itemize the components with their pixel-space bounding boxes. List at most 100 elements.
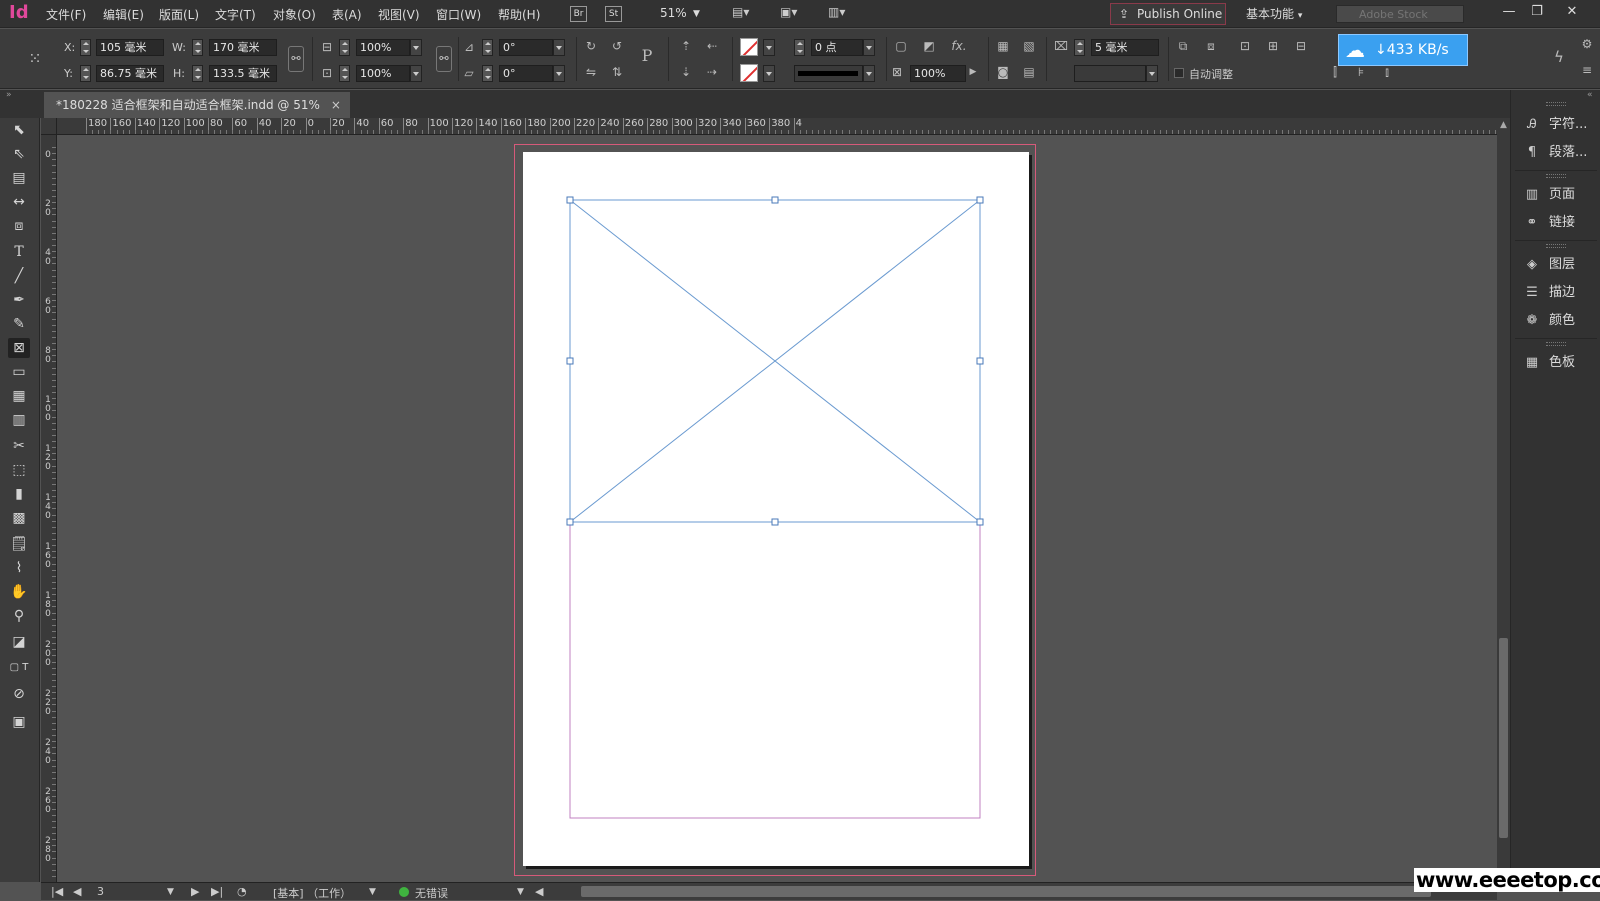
- panel-group-grip[interactable]: [1546, 244, 1566, 248]
- menu-view[interactable]: 视图(V): [378, 6, 420, 23]
- panel-menu-icon[interactable]: ≡: [1578, 61, 1596, 79]
- fill-dropdown[interactable]: [763, 39, 775, 56]
- free-transform-tool-icon[interactable]: ⬚: [8, 460, 30, 480]
- h-field[interactable]: 133.5 毫米: [209, 65, 277, 82]
- w-field[interactable]: 170 毫米: [209, 39, 277, 56]
- rotate-cw-icon[interactable]: ↻: [582, 37, 600, 55]
- gradient-swatch-tool-icon[interactable]: ▮: [8, 484, 30, 504]
- open-document-icon[interactable]: ◔: [237, 885, 247, 898]
- stroke-weight-field[interactable]: 0 点: [811, 39, 863, 56]
- minimize-button[interactable]: —: [1499, 4, 1519, 22]
- vertical-ruler[interactable]: 0 2 0 4 0 6 0 8 0 1 0 0 1 2 0 1 4 0 1 6 0 1 8 0 2 …: [41, 135, 57, 882]
- scale-y-dropdown[interactable]: [410, 65, 422, 82]
- pencil-tool-icon[interactable]: ✎: [8, 314, 30, 334]
- text-wrap-icon[interactable]: ▦: [994, 37, 1012, 55]
- vertical-grid-tool-icon[interactable]: ▥: [8, 410, 30, 430]
- close-window-button[interactable]: ✕: [1562, 4, 1582, 22]
- flip-horizontal-icon[interactable]: ⇋: [582, 63, 600, 81]
- select-previous-icon[interactable]: ⇠: [703, 37, 721, 55]
- note-tool-icon[interactable]: 🗒: [8, 534, 30, 554]
- x-field[interactable]: 105 毫米: [96, 39, 164, 56]
- select-container-icon[interactable]: ⇡: [677, 37, 695, 55]
- apply-none-icon[interactable]: ⊘: [8, 684, 30, 704]
- wrap-object-shape-icon[interactable]: ◙: [994, 63, 1012, 81]
- panel-layers[interactable]: ◈ 图层: [1515, 252, 1597, 278]
- opacity-arrow-icon[interactable]: ▶: [964, 63, 982, 81]
- fit-content-proportionally-icon[interactable]: ⊟: [1292, 37, 1310, 55]
- text-wrap-around-icon[interactable]: ▧: [1020, 37, 1038, 55]
- w-stepper[interactable]: [192, 39, 203, 56]
- scale-x-dropdown[interactable]: [410, 39, 422, 56]
- expand-panels-icon[interactable]: «: [1587, 90, 1593, 100]
- scroll-up-icon[interactable]: ▲: [1500, 120, 1507, 130]
- gradient-feather-tool-icon[interactable]: ▩: [8, 508, 30, 528]
- arrange-documents-icon[interactable]: ▥▾: [828, 5, 856, 23]
- constrain-scale-icon[interactable]: ⚯: [436, 46, 452, 72]
- effects-fx-icon[interactable]: fx.: [950, 37, 968, 55]
- y-field[interactable]: 86.75 毫米: [96, 65, 164, 82]
- next-page-icon[interactable]: ▶: [191, 885, 199, 898]
- h-stepper[interactable]: [192, 65, 203, 82]
- line-tool-icon[interactable]: ╱: [8, 266, 30, 286]
- last-page-icon[interactable]: ▶|: [211, 885, 223, 898]
- stroke-dropdown[interactable]: [763, 65, 775, 82]
- vertical-scrollbar[interactable]: ▲: [1497, 118, 1510, 882]
- shear-stepper[interactable]: [482, 65, 493, 82]
- rotate-ccw-icon[interactable]: ↺: [608, 37, 626, 55]
- fit-content-to-frame-icon[interactable]: ⧉: [1174, 37, 1192, 55]
- page-dropdown-icon[interactable]: ▼: [167, 887, 174, 897]
- direct-selection-tool-icon[interactable]: ⇖: [8, 144, 30, 164]
- menu-layout[interactable]: 版面(L): [159, 6, 199, 23]
- type-tool-icon[interactable]: T: [8, 242, 30, 262]
- opacity-field[interactable]: 100%: [910, 65, 966, 82]
- preflight-status[interactable]: 无错误: [415, 885, 448, 901]
- gap-tool-icon[interactable]: ↔: [8, 192, 30, 212]
- screen-mode-normal-icon[interactable]: ▣: [8, 712, 30, 732]
- fill-frame-proportionally-icon[interactable]: ⊞: [1264, 37, 1282, 55]
- view-options-icon[interactable]: ▤▾: [732, 5, 760, 23]
- center-content-icon[interactable]: ⊡: [1236, 37, 1254, 55]
- rotate-field[interactable]: 0°: [499, 39, 553, 56]
- panel-stroke[interactable]: ☰ 描边: [1515, 280, 1597, 306]
- ruler-origin[interactable]: [41, 118, 57, 135]
- y-stepper[interactable]: [80, 65, 91, 82]
- document-tab[interactable]: *180228 适合框架和自动适合框架.indd @ 51% ×: [44, 92, 350, 118]
- flip-vertical-icon[interactable]: ⇅: [608, 63, 626, 81]
- select-content-icon[interactable]: ⇣: [677, 63, 695, 81]
- panel-pages[interactable]: ▥ 页面: [1515, 182, 1597, 208]
- rotate-stepper[interactable]: [482, 39, 493, 56]
- stroke-weight-stepper[interactable]: [794, 39, 805, 56]
- scroll-left-icon[interactable]: ◀: [535, 885, 543, 898]
- first-page-icon[interactable]: |◀: [51, 885, 63, 898]
- fill-stroke-swatch-icon[interactable]: ◪: [8, 632, 30, 652]
- collapse-toolbox-icon[interactable]: »: [6, 90, 12, 100]
- menu-type[interactable]: 文字(T): [215, 6, 256, 23]
- panel-character[interactable]: Ꭿ 字符...: [1515, 112, 1597, 138]
- adobe-stock-search-input[interactable]: [1336, 5, 1464, 23]
- pen-tool-icon[interactable]: ✒: [8, 290, 30, 310]
- select-next-icon[interactable]: ⇢: [703, 63, 721, 81]
- formatting-affects-container-icon[interactable]: ▢ T: [8, 658, 30, 678]
- horizontal-grid-tool-icon[interactable]: ▦: [8, 386, 30, 406]
- scale-y-stepper[interactable]: [339, 65, 350, 82]
- scale-y-field[interactable]: 100%: [356, 65, 410, 82]
- drop-shadow-icon[interactable]: ◩: [920, 37, 938, 55]
- zoom-tool-icon[interactable]: ⚲: [8, 606, 30, 626]
- gap-stepper[interactable]: [1074, 39, 1085, 56]
- document-page[interactable]: [523, 152, 1029, 866]
- reference-point-icon[interactable]: ⁙: [26, 50, 44, 68]
- x-stepper[interactable]: [80, 39, 91, 56]
- stroke-type-dropdown[interactable]: [863, 65, 875, 82]
- fitting-dropdown[interactable]: [1146, 65, 1158, 82]
- scale-x-field[interactable]: 100%: [356, 39, 410, 56]
- menu-edit[interactable]: 编辑(E): [103, 6, 144, 23]
- stroke-type-field[interactable]: [794, 65, 863, 82]
- fit-frame-to-content-icon[interactable]: ⧈: [1202, 37, 1220, 55]
- panel-group-grip[interactable]: [1546, 102, 1566, 106]
- constrain-proportions-icon[interactable]: ⚯: [288, 46, 304, 72]
- shear-dropdown[interactable]: [553, 65, 565, 82]
- horizontal-scroll-thumb[interactable]: [581, 886, 1431, 897]
- close-tab-icon[interactable]: ×: [331, 92, 341, 118]
- fill-none-swatch-icon[interactable]: [740, 38, 758, 56]
- menu-file[interactable]: 文件(F): [46, 6, 86, 23]
